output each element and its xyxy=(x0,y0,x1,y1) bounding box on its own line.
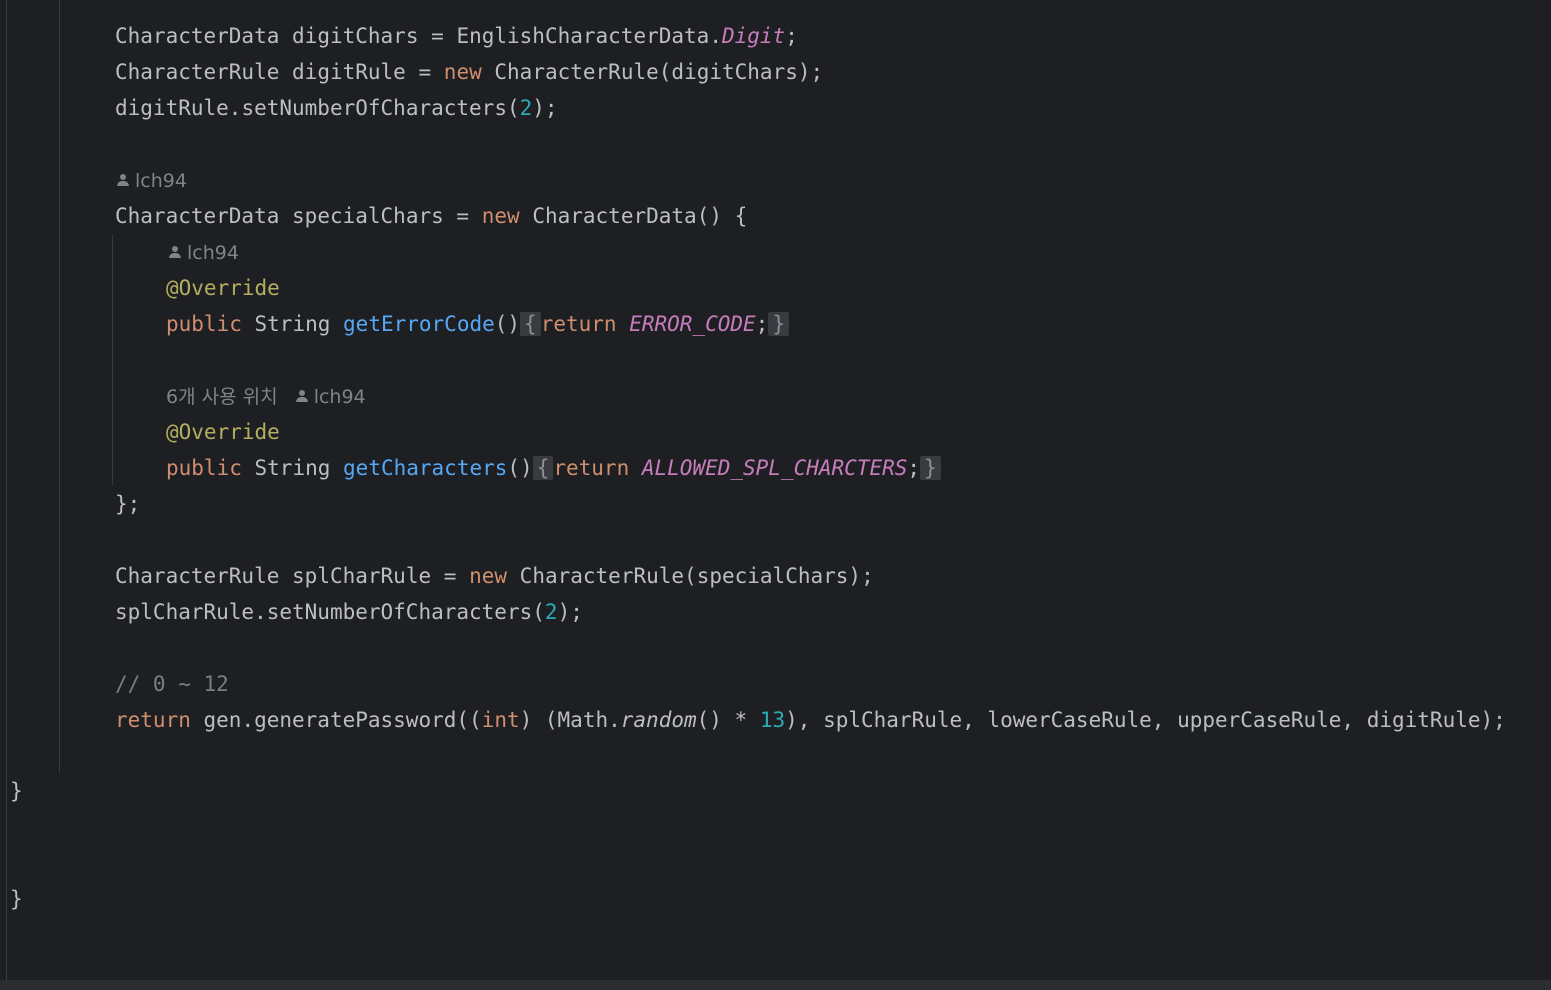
constructor-name: CharacterRule xyxy=(519,564,685,588)
static-method: random xyxy=(620,708,697,732)
fold-open-brace[interactable]: { xyxy=(532,456,554,480)
method-call: setNumberOfCharacters xyxy=(241,96,507,120)
variable-name: digitRule xyxy=(115,96,229,120)
fold-open-brace[interactable]: { xyxy=(520,312,541,336)
annotation: @Override xyxy=(166,420,280,444)
keyword-new: new xyxy=(469,564,508,588)
code-line-return-password[interactable]: return gen.generatePassword((int) (Math.… xyxy=(115,702,1506,738)
constant: ERROR_CODE xyxy=(629,312,756,336)
horizontal-scrollbar[interactable] xyxy=(0,980,1551,990)
author-name: lch94 xyxy=(313,386,366,408)
code-line-get-error-code[interactable]: public String getErrorCode(){return ERRO… xyxy=(166,306,789,342)
fold-close-brace[interactable]: } xyxy=(920,456,941,480)
type-name: String xyxy=(254,312,331,336)
constructor-name: CharacterData xyxy=(532,204,697,228)
closing-brace: } xyxy=(10,887,23,911)
comment: // 0 ~ 12 xyxy=(115,672,229,696)
constant: ALLOWED_SPL_CHARCTERS xyxy=(641,456,908,480)
keyword-new: new xyxy=(481,204,520,228)
variable-name: digitRule xyxy=(292,60,406,84)
usages-count[interactable]: 6개 사용 위치 xyxy=(166,386,278,408)
operator: = xyxy=(418,60,432,84)
argument: specialChars xyxy=(696,564,849,588)
code-line-anon-class-close[interactable]: }; xyxy=(115,486,140,522)
constructor-name: CharacterRule xyxy=(494,60,659,84)
expression: () * xyxy=(696,708,760,732)
expression: ), splCharRule, lowerCaseRule, upperCase… xyxy=(785,708,1506,732)
expression: ) (Math. xyxy=(519,708,621,732)
method-name: getErrorCode xyxy=(343,312,495,336)
indent-guide-outer xyxy=(6,0,7,980)
variable-name: splCharRule xyxy=(292,564,432,588)
person-icon xyxy=(117,173,129,186)
argument: digitChars xyxy=(671,60,798,84)
class-name: EnglishCharacterData xyxy=(456,24,710,48)
code-line-digit-rule[interactable]: CharacterRule digitRule = new CharacterR… xyxy=(115,54,823,90)
type-name: CharacterRule xyxy=(115,564,280,588)
code-line-get-characters[interactable]: public String getCharacters(){return ALL… xyxy=(166,450,941,486)
person-icon xyxy=(169,245,181,258)
type-name: CharacterData xyxy=(115,24,280,48)
annotation: @Override xyxy=(166,276,280,300)
author-hint[interactable]: lch94 xyxy=(169,235,239,271)
number-literal: 2 xyxy=(519,96,533,120)
code-line-spl-char-rule-count[interactable]: splCharRule.setNumberOfCharacters(2); xyxy=(115,594,583,630)
usages-author-hint[interactable]: 6개 사용 위치 lch94 xyxy=(166,379,366,415)
type-name: String xyxy=(254,456,331,480)
code-line-spl-char-rule[interactable]: CharacterRule splCharRule = new Characte… xyxy=(115,558,874,594)
code-line-class-close[interactable]: } xyxy=(10,881,23,917)
number-literal: 13 xyxy=(759,708,786,732)
static-field: Digit xyxy=(721,24,786,48)
keyword-return: return xyxy=(540,312,617,336)
method-call: gen.generatePassword(( xyxy=(203,708,482,732)
closing-brace: }; xyxy=(115,492,141,516)
code-line-special-chars[interactable]: CharacterData specialChars = new Charact… xyxy=(115,198,747,234)
type-name: CharacterRule xyxy=(115,60,280,84)
keyword-return: return xyxy=(553,456,630,480)
author-name: lch94 xyxy=(135,170,187,192)
code-line-comment[interactable]: // 0 ~ 12 xyxy=(115,666,229,702)
keyword-new: new xyxy=(443,60,482,84)
keyword-return: return xyxy=(115,708,191,732)
code-line-override-annotation[interactable]: @Override xyxy=(166,414,280,450)
fold-close-brace[interactable]: } xyxy=(768,312,789,336)
keyword-public: public xyxy=(166,456,242,480)
variable-name: splCharRule xyxy=(115,600,255,624)
code-line-method-close[interactable]: } xyxy=(10,773,23,809)
variable-name: digitChars xyxy=(292,24,419,48)
code-line-digit-rule-count[interactable]: digitRule.setNumberOfCharacters(2); xyxy=(115,90,558,126)
author-hint[interactable]: lch94 xyxy=(117,163,187,199)
keyword-int: int xyxy=(481,708,520,732)
variable-name: specialChars xyxy=(292,204,444,228)
author-name: lch94 xyxy=(187,242,239,264)
keyword-public: public xyxy=(166,312,242,336)
person-icon xyxy=(295,389,308,402)
indent-guide-method xyxy=(59,0,60,773)
code-line-override-annotation[interactable]: @Override xyxy=(166,270,280,306)
operator: = xyxy=(456,204,470,228)
code-line-digit-chars[interactable]: CharacterData digitChars = EnglishCharac… xyxy=(115,18,798,54)
operator: = xyxy=(443,564,457,588)
code-editor[interactable]: CharacterData digitChars = EnglishCharac… xyxy=(0,0,1551,990)
indent-guide-anon-class xyxy=(112,235,113,485)
method-name: getCharacters xyxy=(343,456,508,480)
method-call: setNumberOfCharacters xyxy=(266,600,533,624)
type-name: CharacterData xyxy=(115,204,280,228)
number-literal: 2 xyxy=(544,600,558,624)
operator: = xyxy=(431,24,444,48)
closing-brace: } xyxy=(10,779,23,803)
